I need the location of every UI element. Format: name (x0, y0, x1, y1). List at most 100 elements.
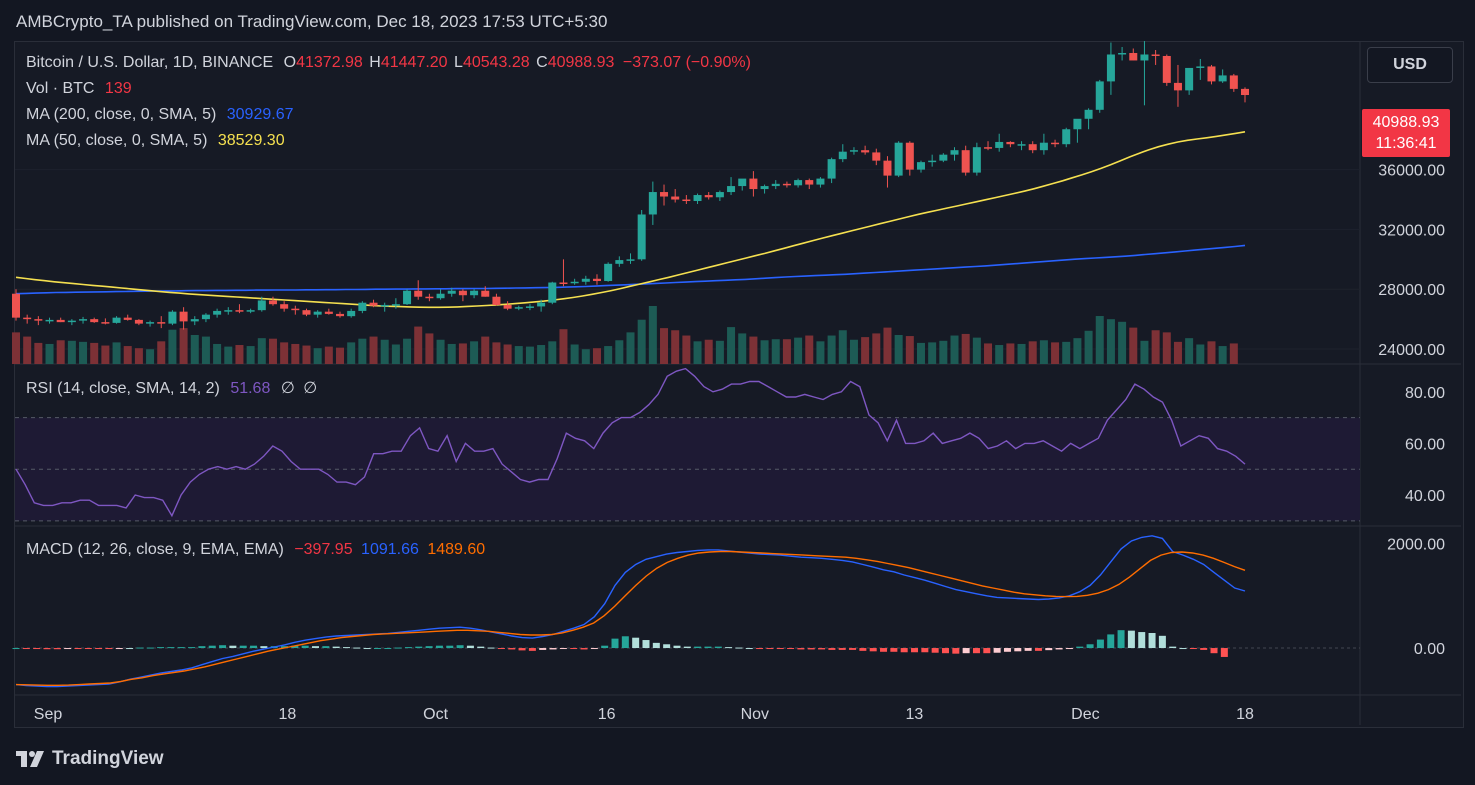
price-tick-label: 32000.00 (1378, 222, 1445, 239)
candle-body (682, 199, 691, 202)
volume-bar (425, 333, 434, 364)
candle-body (257, 300, 266, 311)
candle-body (928, 160, 937, 163)
macd-histogram-bar (1107, 634, 1115, 649)
macd-histogram-bar (518, 648, 526, 651)
candle-body (1241, 88, 1249, 96)
candle-body (1185, 67, 1194, 91)
ma200-value: 30929.67 (226, 106, 294, 123)
candle-body (179, 311, 188, 322)
candle-body (1051, 142, 1060, 145)
candle-body (1084, 109, 1093, 119)
rsi-tick-label: 80.00 (1405, 385, 1445, 402)
volume-bar (1207, 341, 1216, 364)
candle-body (626, 259, 635, 261)
bar-countdown: 11:36:41 (1375, 135, 1437, 152)
macd-histogram-bar (1014, 648, 1022, 652)
candle-body (336, 313, 345, 317)
macd-histogram-bar (838, 648, 846, 650)
candle-body (1196, 66, 1205, 68)
tradingview-logo[interactable]: TradingView (16, 748, 164, 770)
rsi-tick-label: 40.00 (1405, 488, 1445, 505)
macd-histogram-bar (373, 648, 381, 650)
candle-body (637, 214, 646, 260)
volume-bar (939, 340, 948, 364)
macd-histogram-bar (962, 648, 970, 654)
candle-body (369, 302, 378, 306)
brand-name: TradingView (52, 748, 164, 769)
macd-histogram-bar (1148, 633, 1156, 649)
macd-histogram-bar (621, 636, 629, 649)
volume-bar (45, 343, 54, 364)
volume-bar (1051, 342, 1060, 364)
candle-body (1118, 52, 1127, 55)
candle-body (56, 319, 65, 323)
macd-histogram-bar (1169, 646, 1177, 649)
macd-histogram-bar (404, 647, 412, 649)
macd-histogram-bar (95, 648, 103, 650)
volume-bar (336, 347, 345, 364)
ohlc-legend: Bitcoin / U.S. Dollar, 1D, BINANCE O4137… (26, 54, 751, 72)
macd-legend: MACD (12, 26, close, 9, EMA, EMA) −397.9… (26, 541, 485, 559)
macd-label: MACD (12, 26, close, 9, EMA, EMA) (26, 541, 284, 558)
volume-bar (380, 339, 389, 364)
currency-button[interactable]: USD (1367, 47, 1453, 83)
candle-body (492, 296, 501, 305)
rsi-legend: RSI (14, close, SMA, 14, 2) 51.68 ∅ ∅ (26, 378, 317, 398)
macd-histogram-bar (941, 648, 949, 654)
macd-histogram-bar (663, 644, 671, 649)
macd-histogram-bar (787, 648, 795, 650)
macd-histogram-bar (766, 648, 774, 650)
candle-body (872, 152, 881, 161)
change-value: −373.07 (−0.90%) (622, 54, 751, 71)
ma50-label: MA (50, close, 0, SMA, 5) (26, 132, 208, 149)
macd-histogram-bar (332, 646, 340, 649)
macd-histogram-bar (167, 647, 175, 649)
macd-histogram-bar (1220, 648, 1228, 657)
macd-histogram-bar (322, 646, 330, 649)
volume-bar (257, 338, 266, 364)
candle-body (1073, 118, 1082, 130)
macd-histogram-bar (828, 648, 836, 650)
macd-histogram-bar (487, 647, 495, 649)
volume-bar (592, 348, 601, 364)
volume-bar (648, 306, 657, 364)
volume-bar (682, 335, 691, 364)
macd-histogram-bar (126, 648, 134, 650)
volume-bar (403, 338, 412, 364)
rsi-value: 51.68 (230, 380, 271, 397)
macd-histogram-bar (601, 645, 609, 649)
volume-bar (1095, 316, 1104, 364)
last-price-badge: 40988.93 11:36:41 (1362, 109, 1450, 157)
macd-histogram-bar (64, 648, 72, 650)
candle-body (861, 150, 870, 153)
candle-body (939, 154, 948, 161)
volume-bar (201, 336, 210, 364)
volume-bar (749, 336, 758, 364)
candle-body (816, 178, 825, 185)
volume-bar (313, 348, 322, 364)
candle-body (12, 293, 20, 318)
volume-bar (1173, 341, 1182, 364)
macd-histogram-bar (983, 648, 991, 654)
candle-body (470, 290, 479, 296)
volume-bar (1084, 330, 1093, 364)
volume-bar (805, 335, 814, 364)
volume-bar (134, 348, 143, 364)
volume-bar (101, 345, 110, 364)
macd-histogram-bar (22, 648, 30, 650)
volume-bar (492, 342, 501, 364)
volume-bar (704, 339, 713, 364)
macd-histogram-bar (250, 645, 258, 649)
volume-bar (883, 327, 892, 364)
candle-body (950, 150, 959, 155)
volume-bar (950, 335, 959, 364)
volume-bar (67, 340, 76, 364)
high-label: H (369, 54, 381, 71)
volume-bar (213, 343, 222, 364)
volume-bar (179, 328, 188, 364)
volume-bar (738, 333, 747, 364)
volume-bar (995, 345, 1004, 364)
time-tick-label: Oct (423, 706, 448, 723)
macd-histogram-bar (33, 648, 41, 650)
